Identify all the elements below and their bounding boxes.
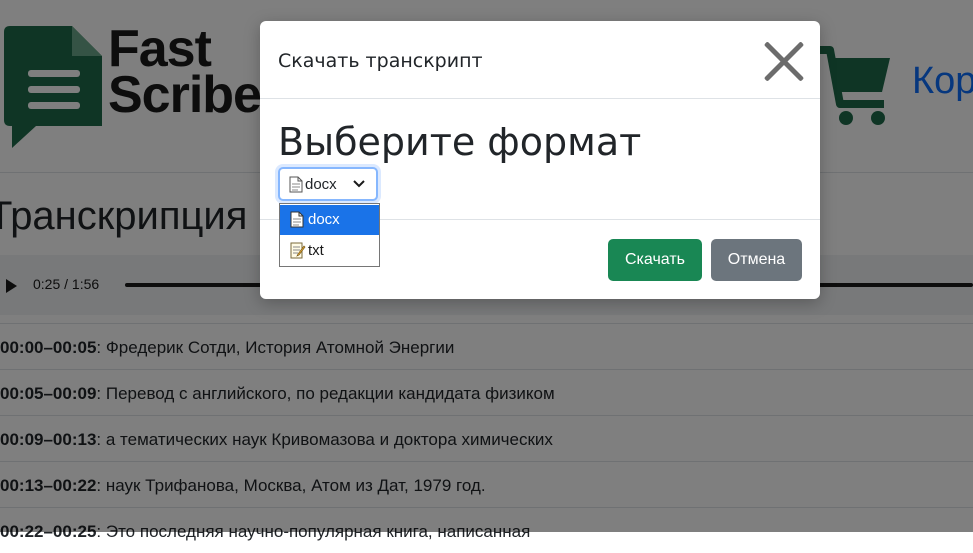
close-icon[interactable]: [756, 35, 808, 87]
format-select-value: docx: [305, 176, 337, 193]
format-select[interactable]: docx: [278, 167, 378, 201]
chevron-down-icon: [353, 180, 365, 188]
format-option-txt[interactable]: txt: [280, 236, 379, 266]
document-icon: [289, 176, 303, 193]
option-label: txt: [308, 242, 324, 259]
format-option-docx[interactable]: docx: [280, 205, 379, 235]
format-dropdown-list: docx txt: [279, 203, 380, 267]
modal-title: Скачать транскрипт: [278, 50, 483, 72]
format-heading: Выберите формат: [278, 120, 642, 164]
option-label: docx: [308, 211, 340, 228]
document-icon: [290, 211, 304, 228]
page: Fast Scribe Кор Транскрипция 0:25 / 1:56…: [0, 0, 973, 541]
cancel-button[interactable]: Отмена: [711, 239, 802, 281]
memo-icon: [290, 242, 306, 259]
download-button[interactable]: Скачать: [608, 239, 702, 281]
modal-header: Скачать транскрипт: [260, 21, 820, 99]
